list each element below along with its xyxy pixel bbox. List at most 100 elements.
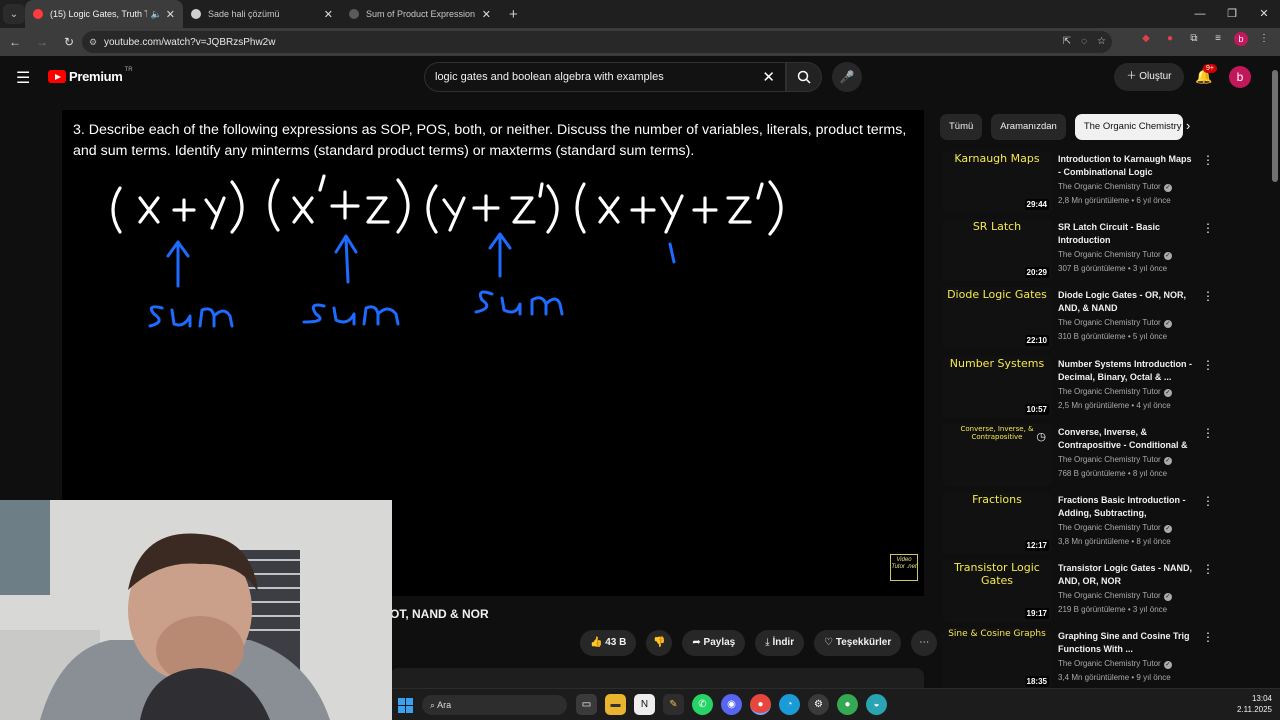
channel-line[interactable]: The Organic Chemistry Tutor ✓ — [1058, 387, 1196, 397]
close-window-icon[interactable]: ✕ — [1248, 0, 1280, 28]
account-avatar[interactable]: b — [1229, 66, 1251, 88]
channel-line[interactable]: The Organic Chemistry Tutor ✓ — [1058, 182, 1196, 192]
clear-search-icon[interactable]: ✕ — [762, 68, 775, 86]
maximize-icon[interactable]: ❐ — [1216, 0, 1248, 28]
scrollbar-thumb[interactable] — [1272, 70, 1278, 182]
taskbar-search[interactable]: ⌕ Ara — [422, 695, 567, 715]
video-title[interactable]: Converse, Inverse, & Contrapositive - Co… — [1058, 426, 1196, 452]
search-button[interactable] — [786, 62, 822, 92]
tab-close-icon[interactable]: ✕ — [482, 8, 491, 21]
channel-line[interactable]: The Organic Chemistry Tutor ✓ — [1058, 455, 1196, 465]
chrome-profile-icon[interactable]: ● — [837, 694, 858, 715]
more-vertical-icon[interactable]: ⋮ — [1202, 630, 1214, 644]
video-thumbnail[interactable]: Fractions 12:17 — [942, 492, 1052, 554]
like-button[interactable]: 👍 43 B — [580, 630, 637, 656]
system-clock[interactable]: 13:04 2.11.2025 — [1237, 693, 1272, 715]
minimize-icon[interactable]: — — [1184, 0, 1216, 28]
reading-list-icon[interactable]: ≡ — [1210, 31, 1226, 47]
video-thumbnail[interactable]: Number Systems 10:57 — [942, 356, 1052, 418]
address-bar[interactable]: ⚙ youtube.com/watch?v=JQBRzsPhw2w ⇱ ◌ ☆ — [82, 31, 1112, 53]
description-box[interactable] — [390, 668, 924, 688]
channel-line[interactable]: The Organic Chemistry Tutor ✓ — [1058, 591, 1196, 601]
tab-close-icon[interactable]: ✕ — [324, 8, 333, 21]
reload-icon[interactable]: ↻ — [57, 35, 81, 49]
recommendation-item[interactable]: Sine & Cosine Graphs 18:35 Graphing Sine… — [940, 628, 1270, 692]
site-info-icon[interactable]: ⚙ — [82, 37, 104, 48]
tab-close-icon[interactable]: ✕ — [166, 8, 175, 21]
more-vertical-icon[interactable]: ⋮ — [1202, 358, 1214, 372]
video-title[interactable]: Introduction to Karnaugh Maps - Combinat… — [1058, 153, 1196, 179]
browser-tab-1[interactable]: (15) Logic Gates, Truth Tables, 🔈 ✕ — [25, 0, 183, 28]
video-thumbnail[interactable]: Karnaugh Maps 29:44 — [942, 151, 1052, 213]
recommendation-item[interactable]: Fractions 12:17 Fractions Basic Introduc… — [940, 492, 1270, 556]
recommendation-item[interactable]: Transistor Logic Gates 19:17 Transistor … — [940, 560, 1270, 624]
more-vertical-icon[interactable]: ⋮ — [1202, 562, 1214, 576]
page-scrollbar[interactable] — [1270, 56, 1280, 688]
speaker-icon[interactable]: 🔈 — [151, 9, 162, 20]
chip-channel[interactable]: The Organic Chemistry Tutor — [1074, 114, 1183, 140]
watch-later-icon[interactable]: ◷ — [1036, 430, 1046, 443]
extension-icon[interactable]: ● — [1162, 31, 1178, 47]
windows-start-icon[interactable] — [398, 698, 413, 713]
video-thumbnail[interactable]: Converse, Inverse, & Contrapositive ◷ — [942, 424, 1052, 486]
more-actions-button[interactable]: ⋯ — [911, 630, 938, 656]
browser-menu-icon[interactable]: ⋮ — [1256, 31, 1272, 47]
video-thumbnail[interactable]: SR Latch 20:29 — [942, 219, 1052, 281]
download-button[interactable]: ⤓ İndir — [755, 630, 805, 656]
task-view-icon[interactable]: ▭ — [576, 694, 597, 715]
browser-tab-3[interactable]: Sum of Product Expression in B ✕ — [341, 0, 499, 28]
chrome-icon[interactable]: ● — [750, 694, 771, 715]
discord-icon[interactable]: ◉ — [721, 694, 742, 715]
recommendation-item[interactable]: Number Systems 10:57 Number Systems Intr… — [940, 356, 1270, 420]
share-button[interactable]: ➦ Paylaş — [682, 630, 746, 656]
file-explorer-icon[interactable]: ▬ — [605, 694, 626, 715]
more-vertical-icon[interactable]: ⋮ — [1202, 426, 1214, 440]
channel-line[interactable]: The Organic Chemistry Tutor ✓ — [1058, 250, 1196, 260]
video-title[interactable]: Transistor Logic Gates - NAND, AND, OR, … — [1058, 562, 1196, 588]
channel-line[interactable]: The Organic Chemistry Tutor ✓ — [1058, 318, 1196, 328]
more-vertical-icon[interactable]: ⋮ — [1202, 494, 1214, 508]
browser-tab-2[interactable]: Sade hali çözümü ✕ — [183, 0, 341, 28]
channel-line[interactable]: The Organic Chemistry Tutor ✓ — [1058, 523, 1196, 533]
video-thumbnail[interactable]: Diode Logic Gates 22:10 — [942, 287, 1052, 349]
recommendation-item[interactable]: SR Latch 20:29 SR Latch Circuit - Basic … — [940, 219, 1270, 283]
video-title[interactable]: SR Latch Circuit - Basic Introduction — [1058, 221, 1196, 247]
app-icon[interactable]: ◒ — [866, 694, 887, 715]
video-thumbnail[interactable]: Transistor Logic Gates 19:17 — [942, 560, 1052, 622]
recommendation-item[interactable]: Diode Logic Gates 22:10 Diode Logic Gate… — [940, 287, 1270, 351]
recommendation-item[interactable]: Converse, Inverse, & Contrapositive ◷ Co… — [940, 424, 1270, 488]
bookmark-star-icon[interactable]: ☆ — [1097, 31, 1106, 53]
menu-hamburger-icon[interactable]: ☰ — [16, 68, 30, 88]
voice-search-button[interactable]: 🎤 — [832, 62, 862, 92]
url-text[interactable]: youtube.com/watch?v=JQBRzsPhw2w — [104, 37, 275, 48]
search-input[interactable]: logic gates and boolean algebra with exa… — [435, 71, 664, 83]
search-box[interactable]: logic gates and boolean algebra with exa… — [424, 62, 786, 92]
more-vertical-icon[interactable]: ⋮ — [1202, 153, 1214, 167]
tool-icon[interactable]: ✎ — [663, 694, 684, 715]
tab-search-button[interactable]: ⌄ — [3, 4, 25, 24]
video-title[interactable]: Graphing Sine and Cosine Trig Functions … — [1058, 630, 1196, 656]
video-title[interactable]: Number Systems Introduction - Decimal, B… — [1058, 358, 1196, 384]
dislike-button[interactable]: 👎 — [646, 630, 673, 656]
more-vertical-icon[interactable]: ⋮ — [1202, 289, 1214, 303]
new-tab-icon[interactable]: + — [509, 6, 518, 23]
eye-off-icon[interactable]: ◌ — [1081, 31, 1087, 53]
chevron-right-icon[interactable]: › — [1186, 118, 1190, 133]
profile-avatar[interactable]: b — [1234, 32, 1248, 46]
extension-icon[interactable]: ◆ — [1138, 31, 1154, 47]
create-button[interactable]: ＋ Oluştur — [1114, 63, 1184, 91]
youtube-logo[interactable]: Premium TR — [48, 67, 133, 84]
recommendation-item[interactable]: Karnaugh Maps 29:44 Introduction to Karn… — [940, 151, 1270, 215]
video-title[interactable]: Diode Logic Gates - OR, NOR, AND, & NAND — [1058, 289, 1196, 315]
chip-all[interactable]: Tümü — [940, 114, 983, 140]
back-icon[interactable]: ← — [3, 35, 27, 49]
forward-icon[interactable]: → — [30, 35, 54, 49]
extensions-puzzle-icon[interactable]: ⧉ — [1186, 31, 1202, 47]
more-vertical-icon[interactable]: ⋮ — [1202, 221, 1214, 235]
settings-app-icon[interactable]: ⚙ — [808, 694, 829, 715]
whatsapp-icon[interactable]: ✆ — [692, 694, 713, 715]
edge-icon[interactable]: ◔ — [779, 694, 800, 715]
install-app-icon[interactable]: ⇱ — [1063, 31, 1071, 53]
video-title[interactable]: Fractions Basic Introduction - Adding, S… — [1058, 494, 1196, 520]
thanks-button[interactable]: ♡ Teşekkürler — [814, 630, 902, 656]
